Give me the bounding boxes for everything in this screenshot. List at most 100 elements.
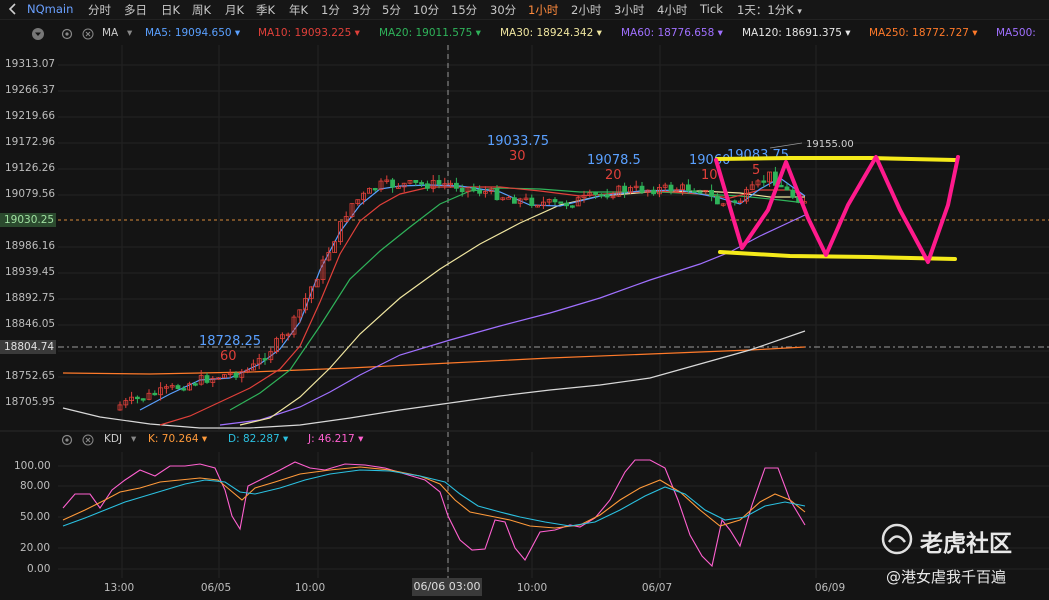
candle-body xyxy=(204,375,210,383)
settings-icon[interactable] xyxy=(61,434,73,446)
kdj-j-line xyxy=(62,459,806,568)
candle-body xyxy=(233,372,239,378)
candle-body xyxy=(709,189,714,197)
time-axis-label: 13:00 xyxy=(103,582,135,594)
kdj-j-legend: J: 46.217 ▾ xyxy=(308,433,364,445)
candle-body xyxy=(413,180,419,183)
kdj-legend: KDJ ▾ K: 70.264 ▾ D: 82.287 ▾ J: 46.217 … xyxy=(0,433,1049,447)
candle-body xyxy=(262,358,268,361)
candle-body xyxy=(459,187,465,193)
kdj-d-legend: D: 82.287 ▾ xyxy=(228,433,289,445)
price-axis-label: 19313.07 xyxy=(5,58,56,70)
candle-body xyxy=(494,188,500,201)
price-axis-label: 19126.26 xyxy=(5,162,56,174)
candle-body xyxy=(390,179,396,188)
annotation-peak-b-count: 30 xyxy=(509,149,526,164)
candle-body xyxy=(558,201,564,204)
price-axis-label: 19172.96 xyxy=(5,136,56,148)
candle-body xyxy=(512,197,517,204)
price-axis-label: 18892.75 xyxy=(5,292,56,304)
ma30-line xyxy=(239,190,805,426)
candle-body xyxy=(732,200,738,203)
candle-body xyxy=(477,189,483,194)
candle-body xyxy=(761,180,767,183)
kdj-axis-label: 50.00 xyxy=(20,511,51,523)
candle-body xyxy=(175,385,181,389)
kdj-axis-label: 100.00 xyxy=(14,460,51,472)
candle-body xyxy=(436,180,442,185)
candle-body xyxy=(181,388,187,391)
current-price-tag: 19030.25 xyxy=(0,213,56,227)
crosshair-time-tag: 06/06 03:00 xyxy=(412,578,482,596)
kdj-k-line xyxy=(62,466,806,529)
price-axis-label: 18846.05 xyxy=(5,318,56,330)
candle-body xyxy=(639,185,645,193)
annotation-peak-c-price: 19078.5 xyxy=(587,153,641,168)
watermark-brand: 老虎社区 xyxy=(920,531,1012,557)
grid-lines xyxy=(0,45,1049,578)
drawn-range-top xyxy=(715,156,957,162)
kdj-dropdown-icon[interactable]: ▾ xyxy=(131,433,136,445)
close-icon[interactable] xyxy=(82,434,94,446)
price-axis-label: 18986.16 xyxy=(5,240,56,252)
candle-body xyxy=(593,192,598,195)
candle-body xyxy=(668,184,674,192)
price-axis-label: 19219.66 xyxy=(5,110,56,122)
candle-body xyxy=(529,197,535,206)
drawn-range-bottom xyxy=(718,250,957,261)
price-axis-label: 18705.95 xyxy=(5,396,56,408)
candle-body xyxy=(604,194,610,198)
candle-body xyxy=(140,398,146,401)
ma120-line xyxy=(62,330,806,429)
crosshair-price-tag: 18804.74 xyxy=(0,340,56,354)
time-axis-label: 06/07 xyxy=(641,582,673,594)
tiger-logo-icon xyxy=(881,523,913,555)
candle-body xyxy=(651,189,656,195)
candle-body xyxy=(691,190,697,193)
candle-body xyxy=(697,191,703,194)
price-chart[interactable]: 18728.25 60 19033.75 30 19078.5 20 19060… xyxy=(0,0,1049,600)
kdj-label: KDJ xyxy=(104,433,123,445)
candle-body xyxy=(686,184,691,192)
annotation-peak-a-count: 60 xyxy=(220,349,237,364)
candle-body xyxy=(453,182,459,189)
annotation-peak-a-price: 18728.25 xyxy=(199,334,261,349)
candle-body xyxy=(622,185,627,193)
watermark-author: @港女虐我千百遍 xyxy=(886,568,1007,586)
candle-body xyxy=(372,188,378,191)
ma10-line xyxy=(159,186,806,426)
price-axis-label: 19266.37 xyxy=(5,84,56,96)
candle-body xyxy=(784,186,790,191)
annotation-peak-e-count: 5 xyxy=(752,163,760,178)
candle-body xyxy=(506,197,512,200)
candle-body xyxy=(599,194,604,197)
price-axis-label: 19079.56 xyxy=(5,188,56,200)
candle-body xyxy=(419,182,425,185)
kdj-axis-label: 20.00 xyxy=(20,542,51,554)
kdj-axis-label: 80.00 xyxy=(20,480,51,492)
candle-body xyxy=(152,392,158,396)
annotation-peak-d-count: 10 xyxy=(701,168,718,183)
kdj-d-line xyxy=(62,469,806,527)
candle-body xyxy=(778,184,784,188)
candle-body xyxy=(192,383,198,386)
time-axis-label: 06/05 xyxy=(200,582,232,594)
high-price-label: 19155.00 xyxy=(806,139,854,150)
annotation-peak-c-count: 20 xyxy=(605,168,622,183)
candle-body xyxy=(790,189,796,198)
candlesticks xyxy=(117,166,807,411)
price-axis-label: 18939.45 xyxy=(5,266,56,278)
kdj-k-legend: K: 70.264 ▾ xyxy=(148,433,208,445)
candle-body xyxy=(424,183,430,189)
annotation-peak-e-price: 19083.75 xyxy=(727,148,789,163)
candle-body xyxy=(134,396,140,400)
candle-body xyxy=(715,195,720,205)
candle-body xyxy=(570,205,575,208)
time-axis-label: 10:00 xyxy=(516,582,548,594)
kdj-axis-label: 0.00 xyxy=(27,563,51,575)
candle-body xyxy=(471,187,477,191)
annotation-peak-b-price: 19033.75 xyxy=(487,134,549,149)
price-axis-label: 18752.65 xyxy=(5,370,56,382)
candle-body xyxy=(552,199,558,203)
time-axis-label: 10:00 xyxy=(294,582,326,594)
